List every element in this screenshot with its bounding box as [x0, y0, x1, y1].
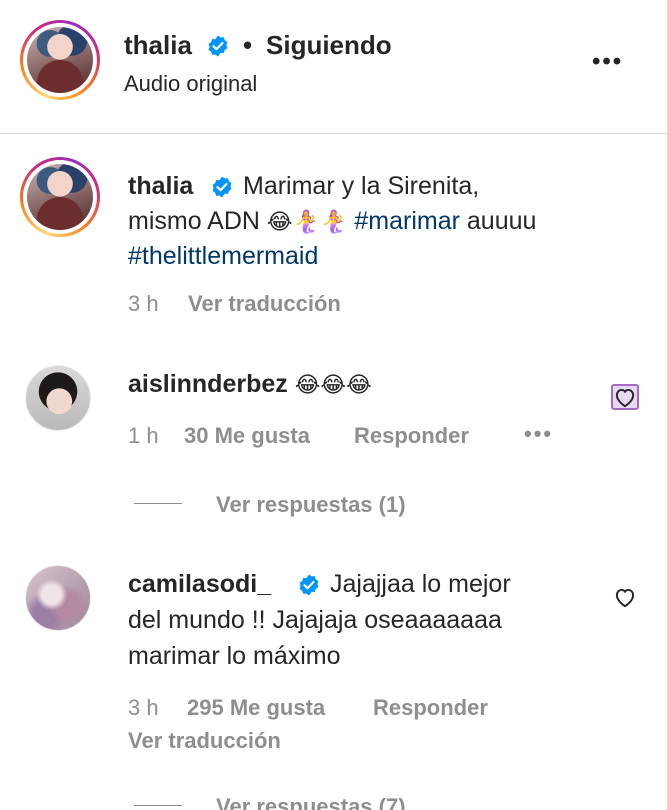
- reply-button[interactable]: Responder: [373, 695, 488, 721]
- comment-username[interactable]: aislinnderbez: [128, 370, 288, 398]
- comment-text-line-3: marimar lo máximo: [128, 642, 341, 670]
- caption-line-1: thalia: [128, 168, 193, 204]
- comment-2-line-1: camilasodi_: [128, 566, 271, 602]
- comment-translate-link[interactable]: Ver traducción: [128, 728, 281, 754]
- avatar-photo: [27, 27, 93, 93]
- view-replies-button[interactable]: Ver respuestas (1): [216, 492, 406, 518]
- hashtag-marimar[interactable]: #marimar: [354, 207, 460, 235]
- post-panel: thalia • Siguiendo Audio original ••• th…: [0, 0, 668, 810]
- header-separator: •: [243, 30, 253, 60]
- caption-line-2: mismo ADN 😂🧜‍♀️🧜‍♀️ #marimar auuuu: [128, 203, 536, 240]
- verified-badge-icon: [208, 35, 228, 57]
- comment-more-icon[interactable]: •••: [524, 421, 553, 447]
- replies-divider: [134, 805, 182, 806]
- comment-text-line-1: Jajajjaa lo mejor: [330, 570, 511, 598]
- caption-text-line-1: Marimar y la Sirenita,: [243, 172, 480, 200]
- comment-likes[interactable]: 30 Me gusta: [184, 423, 310, 449]
- caption-username[interactable]: thalia: [128, 172, 193, 200]
- caption-avatar[interactable]: [20, 157, 100, 237]
- comment-likes[interactable]: 295 Me gusta: [187, 695, 325, 721]
- comment-text-line-2: del mundo !! Jajajaja oseaaaaaaa: [128, 606, 502, 634]
- comment-avatar-camilasodi[interactable]: [25, 565, 91, 631]
- more-options-icon[interactable]: •••: [592, 48, 623, 76]
- header-username[interactable]: thalia: [124, 30, 192, 61]
- header-divider: [0, 133, 668, 134]
- reply-button[interactable]: Responder: [354, 423, 469, 449]
- heart-icon[interactable]: [612, 584, 638, 610]
- comment-time[interactable]: 3 h: [128, 695, 159, 721]
- caption-time[interactable]: 3 h: [128, 291, 159, 317]
- comment-username[interactable]: camilasodi_: [128, 570, 271, 598]
- header-avatar[interactable]: [20, 20, 100, 100]
- heart-icon[interactable]: [612, 384, 638, 410]
- comment-avatar-aislinnderbez[interactable]: [25, 365, 91, 431]
- caption-translate-link[interactable]: Ver traducción: [188, 291, 341, 317]
- verified-badge-icon: [212, 176, 232, 198]
- caption-emojis: 😂🧜‍♀️🧜‍♀️: [266, 209, 348, 234]
- comment-time[interactable]: 1 h: [128, 423, 159, 449]
- avatar-photo: [27, 164, 93, 230]
- audio-link[interactable]: Audio original: [124, 71, 257, 97]
- replies-divider: [134, 503, 182, 504]
- verified-badge-icon: [299, 574, 319, 596]
- comment-text: 😂😂😂: [294, 372, 372, 397]
- caption-text-suffix: auuuu: [459, 207, 537, 235]
- caption-line-3: #thelittlemermaid: [128, 238, 318, 274]
- caption-text-line-2: mismo ADN: [128, 207, 267, 235]
- following-button[interactable]: Siguiendo: [266, 30, 392, 61]
- view-replies-button[interactable]: Ver respuestas (7): [216, 794, 406, 810]
- comment-1-line: aislinnderbez 😂😂😂: [128, 366, 372, 403]
- hashtag-thelittlemermaid[interactable]: #thelittlemermaid: [128, 242, 318, 270]
